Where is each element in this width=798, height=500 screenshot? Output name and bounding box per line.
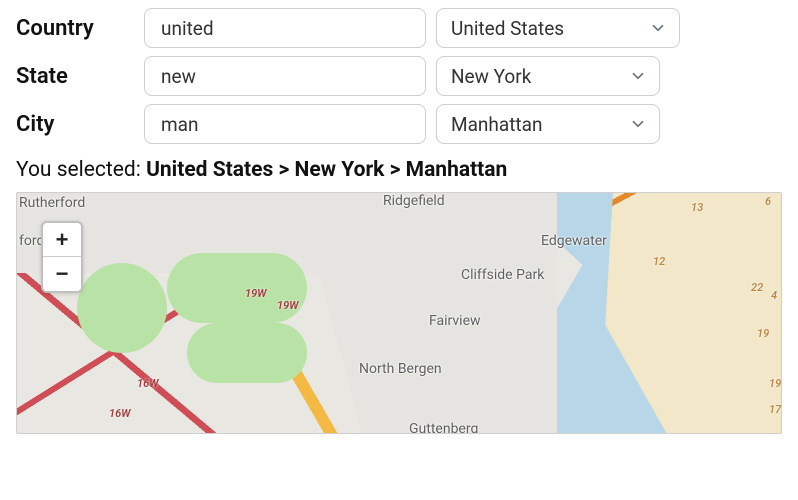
- route-shield: 22: [751, 281, 763, 294]
- route-shield: 12: [653, 255, 665, 268]
- place-label-rutherford: Rutherford: [19, 195, 85, 211]
- row-city: City Manhattan: [16, 104, 782, 144]
- route-shield: 19: [769, 377, 781, 390]
- route-shield: 19: [757, 327, 769, 340]
- location-form: Country United States State New York Cit…: [0, 8, 798, 144]
- place-label-fairview: Fairview: [429, 313, 481, 329]
- state-input[interactable]: [144, 56, 426, 96]
- zoom-out-button[interactable]: −: [43, 257, 81, 291]
- route-shield: 19W: [277, 299, 299, 312]
- map-park: [167, 253, 307, 323]
- place-label-guttenberg: Guttenberg: [409, 421, 478, 434]
- map[interactable]: Rutherford ford Ridgefield Edgewater Cli…: [17, 193, 781, 433]
- state-select-value: New York: [451, 65, 531, 88]
- selection-summary: You selected: United States > New York >…: [0, 152, 798, 192]
- country-input-field[interactable]: [159, 16, 411, 41]
- route-shield: 4: [771, 289, 777, 302]
- country-input[interactable]: [144, 8, 426, 48]
- map-park: [77, 263, 167, 353]
- label-country: Country: [16, 16, 144, 41]
- place-label-cliffside: Cliffside Park: [461, 267, 544, 283]
- route-shield: 16W: [137, 377, 159, 390]
- route-shield: 6: [765, 195, 771, 208]
- country-select-value: United States: [451, 17, 564, 40]
- map-zoom-control: + −: [41, 221, 83, 293]
- state-input-field[interactable]: [159, 64, 411, 89]
- route-shield: 19W: [245, 287, 267, 300]
- route-shield: 16W: [109, 407, 131, 420]
- label-state: State: [16, 64, 144, 89]
- city-input[interactable]: [144, 104, 426, 144]
- row-country: Country United States: [16, 8, 782, 48]
- chevron-down-icon: [649, 19, 667, 37]
- place-label-northbergen: North Bergen: [359, 361, 442, 377]
- chevron-down-icon: [629, 67, 647, 85]
- route-shield: 17: [769, 403, 781, 416]
- summary-path: United States > New York > Manhattan: [146, 158, 507, 182]
- city-input-field[interactable]: [159, 112, 411, 137]
- chevron-down-icon: [629, 115, 647, 133]
- label-city: City: [16, 112, 144, 137]
- summary-prefix: You selected:: [16, 158, 146, 182]
- place-label-ridgefield: Ridgefield: [383, 193, 445, 209]
- route-shield: 13: [691, 201, 703, 214]
- map-park: [187, 323, 307, 383]
- place-label-edgewater: Edgewater: [541, 233, 607, 249]
- zoom-in-button[interactable]: +: [43, 223, 81, 257]
- map-container: Rutherford ford Ridgefield Edgewater Cli…: [16, 192, 782, 434]
- row-state: State New York: [16, 56, 782, 96]
- country-select[interactable]: United States: [436, 8, 680, 48]
- city-select[interactable]: Manhattan: [436, 104, 660, 144]
- state-select[interactable]: New York: [436, 56, 660, 96]
- city-select-value: Manhattan: [451, 113, 542, 136]
